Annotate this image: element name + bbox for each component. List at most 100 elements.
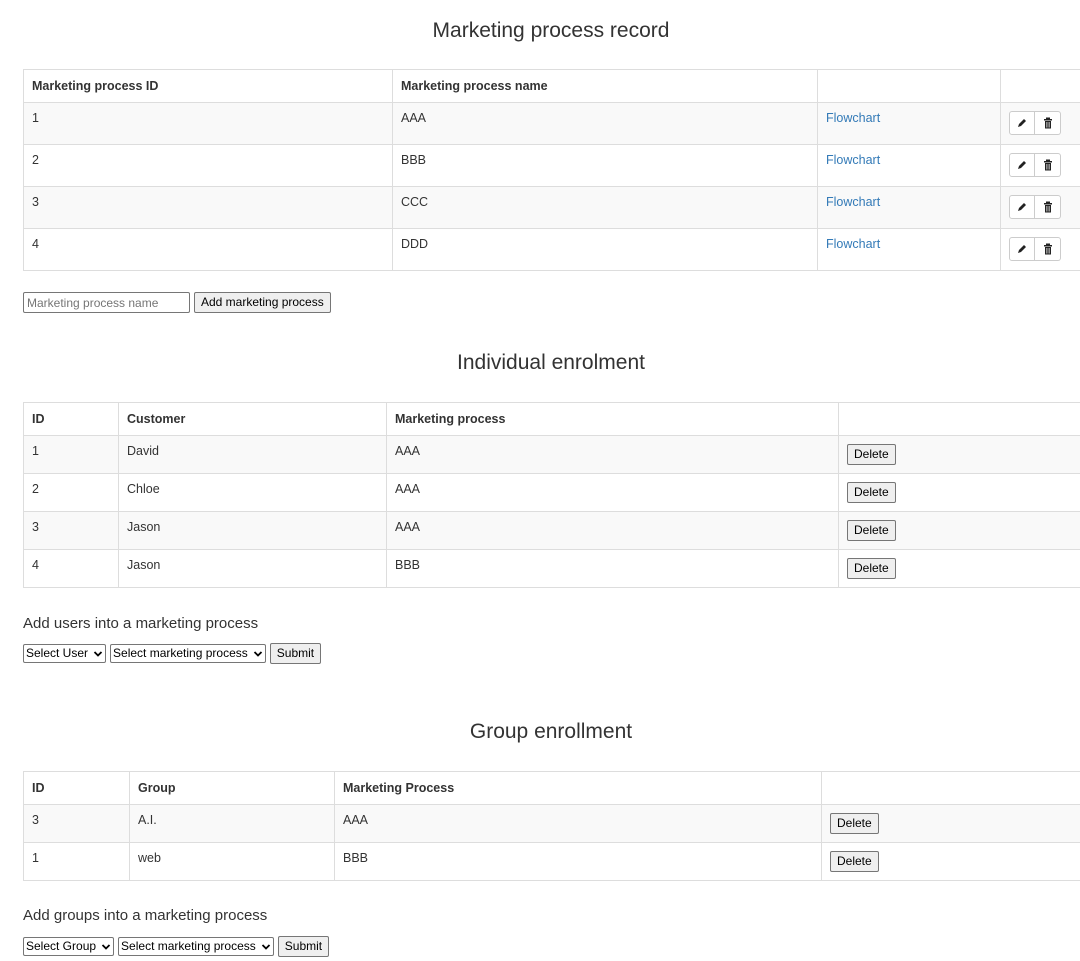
- edit-button[interactable]: [1009, 111, 1035, 135]
- chevron-down-icon: [101, 943, 111, 950]
- select-group-dropdown[interactable]: Select Group: [23, 937, 115, 956]
- column-header-actions: [821, 771, 1080, 805]
- delete-button[interactable]: Delete: [847, 444, 896, 465]
- id-cell: 1: [23, 435, 119, 474]
- table-header-row: ID Customer Marketing process: [23, 402, 1080, 436]
- chevron-down-icon: [253, 650, 262, 657]
- add-process-button[interactable]: Add marketing process: [194, 292, 331, 313]
- process-cell: AAA: [334, 804, 822, 843]
- flowchart-link[interactable]: Flowchart: [826, 195, 880, 209]
- row-action-group: [1009, 111, 1061, 135]
- actions-cell: Delete: [838, 435, 1080, 474]
- row-action-group: [1009, 237, 1061, 261]
- table-row: 4 Jason BBB Delete: [23, 549, 1080, 588]
- edit-button[interactable]: [1009, 237, 1035, 261]
- process-cell: BBB: [386, 549, 839, 588]
- column-header-id: ID: [23, 402, 119, 436]
- submit-button[interactable]: Submit: [269, 643, 322, 664]
- select-process-value: Select marketing process: [121, 939, 256, 953]
- process-name-cell: BBB: [392, 144, 818, 187]
- add-process-form: Add marketing process: [23, 292, 331, 313]
- select-user-value: Select User: [26, 646, 89, 660]
- column-header-process: Marketing process: [386, 402, 839, 436]
- pencil-icon: [1018, 161, 1026, 169]
- customer-cell: David: [118, 435, 387, 474]
- group-cell: web: [129, 842, 335, 881]
- pencil-icon: [1018, 119, 1026, 127]
- select-user-dropdown[interactable]: Select User: [23, 644, 107, 663]
- pencil-icon: [1018, 203, 1026, 211]
- table-header-row: ID Group Marketing Process: [23, 771, 1080, 805]
- process-name-input[interactable]: [23, 292, 190, 313]
- process-name-cell: AAA: [392, 102, 818, 145]
- flowchart-link[interactable]: Flowchart: [826, 153, 880, 167]
- delete-button[interactable]: [1035, 195, 1061, 219]
- group-enrollment-table: ID Group Marketing Process 3 A.I. AAA De…: [23, 771, 1080, 881]
- column-header-actions: [1000, 69, 1080, 103]
- individual-enrolment-table: ID Customer Marketing process 1 David AA…: [23, 402, 1080, 588]
- edit-button[interactable]: [1009, 195, 1035, 219]
- table-row: 4 DDD Flowchart: [23, 228, 1080, 271]
- individual-enrolment-title: Individual enrolment: [457, 351, 645, 374]
- chevron-down-icon: [261, 943, 270, 950]
- actions-cell: [1000, 186, 1080, 229]
- column-header-customer: Customer: [118, 402, 387, 436]
- column-header-id: Marketing process ID: [23, 69, 393, 103]
- id-cell: 3: [23, 804, 130, 843]
- process-name-cell: DDD: [392, 228, 818, 271]
- group-cell: A.I.: [129, 804, 335, 843]
- delete-button[interactable]: [1035, 111, 1061, 135]
- delete-button[interactable]: [1035, 237, 1061, 261]
- delete-button[interactable]: [1035, 153, 1061, 177]
- table-row: 2 BBB Flowchart: [23, 144, 1080, 187]
- table-row: 2 Chloe AAA Delete: [23, 473, 1080, 512]
- actions-cell: [1000, 228, 1080, 271]
- add-groups-label: Add groups into a marketing process: [23, 907, 268, 924]
- actions-cell: Delete: [821, 842, 1080, 881]
- delete-button[interactable]: Delete: [847, 558, 896, 579]
- table-row: 1 David AAA Delete: [23, 435, 1080, 474]
- pencil-icon: [1018, 245, 1026, 253]
- table-row: 1 web BBB Delete: [23, 842, 1080, 881]
- delete-button[interactable]: Delete: [847, 520, 896, 541]
- id-cell: 4: [23, 549, 119, 588]
- process-id-cell: 1: [23, 102, 393, 145]
- submit-button[interactable]: Submit: [277, 936, 330, 957]
- id-cell: 3: [23, 511, 119, 550]
- process-cell: AAA: [386, 511, 839, 550]
- flowchart-cell: Flowchart: [817, 144, 1001, 187]
- add-users-form: Select User Select marketing process Sub…: [23, 643, 322, 664]
- process-id-cell: 2: [23, 144, 393, 187]
- select-process-dropdown[interactable]: Select marketing process: [118, 937, 274, 956]
- edit-button[interactable]: [1009, 153, 1035, 177]
- actions-cell: [1000, 144, 1080, 187]
- select-process-value: Select marketing process: [113, 646, 248, 660]
- process-cell: AAA: [386, 473, 839, 512]
- delete-button[interactable]: Delete: [847, 482, 896, 503]
- add-users-label: Add users into a marketing process: [23, 615, 259, 632]
- marketing-record-title: Marketing process record: [432, 19, 670, 42]
- column-header-name: Marketing process name: [392, 69, 818, 103]
- process-cell: BBB: [334, 842, 822, 881]
- column-header-group: Group: [129, 771, 335, 805]
- table-row: 3 Jason AAA Delete: [23, 511, 1080, 550]
- column-header-flowchart: [817, 69, 1001, 103]
- trash-icon: [1043, 117, 1052, 129]
- actions-cell: Delete: [838, 549, 1080, 588]
- add-groups-form: Select Group Select marketing process Su…: [23, 936, 330, 957]
- table-row: 1 AAA Flowchart: [23, 102, 1080, 145]
- customer-cell: Jason: [118, 511, 387, 550]
- group-enrollment-title: Group enrollment: [469, 720, 633, 743]
- process-id-cell: 4: [23, 228, 393, 271]
- select-process-dropdown[interactable]: Select marketing process: [110, 644, 266, 663]
- chevron-down-icon: [93, 650, 103, 657]
- flowchart-cell: Flowchart: [817, 186, 1001, 229]
- trash-icon: [1043, 243, 1052, 255]
- delete-button[interactable]: Delete: [830, 813, 879, 834]
- select-group-value: Select Group: [26, 939, 97, 953]
- column-header-id: ID: [23, 771, 130, 805]
- delete-button[interactable]: Delete: [830, 851, 879, 872]
- id-cell: 1: [23, 842, 130, 881]
- flowchart-link[interactable]: Flowchart: [826, 237, 880, 251]
- flowchart-link[interactable]: Flowchart: [826, 111, 880, 125]
